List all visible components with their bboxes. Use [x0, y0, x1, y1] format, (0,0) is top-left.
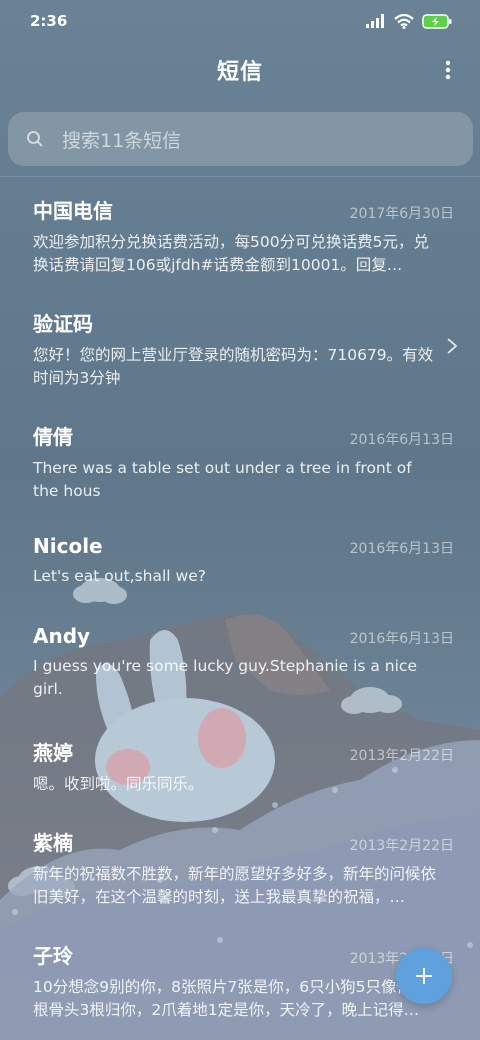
message-preview: 10分想念9别的你，8张照片7张是你，6只小狗5只像你，4根骨头3根归你，2爪着… [33, 978, 438, 1019]
message-date: 2016年6月13日 [349, 631, 454, 647]
conversation-item[interactable]: 验证码 您好！您的网上营业厅登录的随机密码为：710679。有效时间为3分钟 [0, 293, 480, 406]
divider [0, 176, 480, 177]
message-preview: 嗯。收到啦。同乐同乐。 [33, 775, 204, 793]
message-date: 2016年6月13日 [349, 432, 454, 448]
message-preview: Let's eat out,shall we? [33, 567, 206, 585]
message-date: 2016年6月13日 [349, 541, 454, 557]
conversation-item[interactable]: Nicole 2016年6月13日 Let's eat out,shall we… [0, 519, 480, 609]
contact-name: Nicole [33, 534, 103, 558]
contact-name: 紫楠 [33, 831, 73, 855]
conversation-item[interactable]: 紫楠 2013年2月22日 新年的祝福数不胜数，新年的愿望好多好多，新年的问候依… [0, 812, 480, 925]
page-title: 短信 [216, 60, 263, 85]
search-placeholder: 搜索11条短信 [62, 129, 182, 152]
compose-button[interactable] [396, 948, 452, 1004]
message-preview: 您好！您的网上营业厅登录的随机密码为：710679。有效时间为3分钟 [33, 346, 434, 387]
more-vertical-icon [445, 60, 451, 80]
status-icons [366, 13, 452, 29]
contact-name: 验证码 [33, 312, 93, 336]
message-date: 2017年6月30日 [349, 206, 454, 222]
search-icon [27, 131, 43, 147]
conversation-item[interactable]: 倩倩 2016年6月13日 There was a table set out … [0, 406, 480, 519]
status-bar: 2:36 [0, 0, 480, 42]
app-bar: 短信 [0, 46, 480, 94]
contact-name: Andy [33, 624, 91, 648]
message-date: 2013年2月22日 [349, 748, 454, 764]
conversation-item[interactable]: 中国电信 2017年6月30日 欢迎参加积分兑换话费活动，每500分可兑换话费5… [0, 180, 480, 293]
status-time: 2:36 [30, 12, 68, 30]
wifi-icon [394, 13, 414, 29]
contact-name: 倩倩 [33, 425, 73, 449]
message-preview: 新年的祝福数不胜数，新年的愿望好多好多，新年的问候依旧美好，在这个温馨的时刻，送… [33, 865, 437, 906]
contact-name: 燕婷 [33, 741, 73, 765]
search-input[interactable]: 搜索11条短信 [8, 112, 473, 166]
signal-icon [366, 14, 384, 28]
plus-icon [416, 968, 432, 984]
battery-charging-icon [422, 13, 452, 29]
message-preview: I guess you're some lucky guy.Stephanie … [33, 657, 417, 698]
message-date: 2013年2月22日 [349, 838, 454, 854]
message-preview: 欢迎参加积分兑换话费活动，每500分可兑换话费5元，兑换话费请回复106或jfd… [33, 233, 429, 274]
message-preview: There was a table set out under a tree i… [33, 459, 412, 500]
more-options-button[interactable] [436, 56, 460, 84]
conversation-item[interactable]: Andy 2016年6月13日 I guess you're some luck… [0, 609, 480, 722]
conversation-item[interactable]: 燕婷 2013年2月22日 嗯。收到啦。同乐同乐。 [0, 722, 480, 812]
contact-name: 子玲 [33, 944, 73, 968]
contact-name: 中国电信 [33, 199, 113, 223]
conversation-list: 中国电信 2017年6月30日 欢迎参加积分兑换话费活动，每500分可兑换话费5… [0, 180, 480, 1038]
chevron-right-icon [447, 338, 458, 354]
